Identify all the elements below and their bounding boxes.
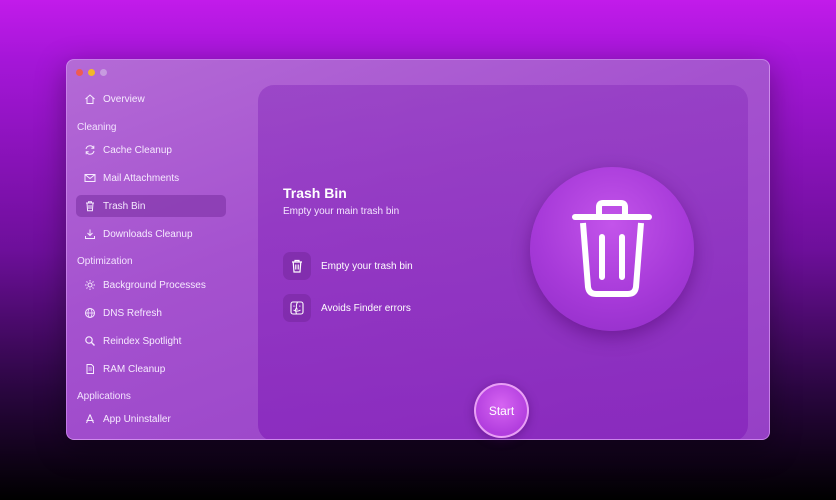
app-window: Overview Cleaning Cache Cleanup Mail Att… (66, 59, 770, 440)
globe-icon (85, 308, 95, 318)
sidebar-item-dns-refresh[interactable]: DNS Refresh (76, 302, 226, 324)
sidebar: Overview Cleaning Cache Cleanup Mail Att… (67, 60, 237, 439)
sidebar-heading-cleaning: Cleaning (77, 122, 117, 133)
sidebar-item-mail-attachments[interactable]: Mail Attachments (76, 167, 226, 189)
sidebar-item-label: Background Processes (103, 279, 206, 291)
memory-icon (86, 364, 94, 374)
start-button[interactable]: Start (474, 383, 529, 438)
sidebar-item-background-processes[interactable]: Background Processes (76, 274, 226, 296)
refresh-icon (85, 145, 95, 155)
sidebar-item-label: Trash Bin (103, 200, 146, 212)
house-icon (85, 94, 95, 104)
sidebar-item-label: RAM Cleanup (103, 363, 166, 375)
gear-icon (85, 280, 95, 290)
feature-label: Avoids Finder errors (321, 302, 411, 314)
sidebar-item-reindex-spotlight[interactable]: Reindex Spotlight (76, 330, 226, 352)
sidebar-item-downloads-cleanup[interactable]: Downloads Cleanup (76, 223, 226, 245)
envelope-icon (84, 174, 96, 182)
trash-icon (572, 200, 652, 297)
feature-finder-errors: Avoids Finder errors (283, 294, 411, 322)
page-subtitle: Empty your main trash bin (283, 206, 400, 217)
download-icon (85, 229, 95, 239)
hero-trash-illustration (530, 167, 694, 331)
page-title: Trash Bin (283, 185, 347, 201)
sidebar-item-overview[interactable]: Overview (76, 88, 226, 110)
sidebar-heading-applications: Applications (77, 391, 131, 402)
feature-label: Empty your trash bin (321, 260, 413, 272)
trash-icon (86, 201, 94, 212)
magnifier-icon (85, 336, 95, 346)
feature-empty-trash: Empty your trash bin (283, 252, 413, 280)
finder-icon (283, 294, 311, 322)
sidebar-heading-optimization: Optimization (77, 256, 133, 267)
sidebar-item-cache-cleanup[interactable]: Cache Cleanup (76, 139, 226, 161)
sidebar-item-label: Reindex Spotlight (103, 335, 182, 347)
sidebar-item-label: Cache Cleanup (103, 144, 172, 156)
sidebar-item-label: App Uninstaller (103, 413, 171, 425)
sidebar-item-label: Downloads Cleanup (103, 228, 193, 240)
sidebar-item-label: Mail Attachments (103, 172, 180, 184)
trash-icon (283, 252, 311, 280)
sidebar-item-app-uninstaller[interactable]: App Uninstaller (76, 408, 226, 430)
sidebar-item-label: DNS Refresh (103, 307, 162, 319)
sidebar-item-trash-bin[interactable]: Trash Bin (76, 195, 226, 217)
app-store-icon (86, 414, 94, 424)
sidebar-item-label: Overview (103, 93, 145, 105)
sidebar-item-ram-cleanup[interactable]: RAM Cleanup (76, 358, 226, 380)
